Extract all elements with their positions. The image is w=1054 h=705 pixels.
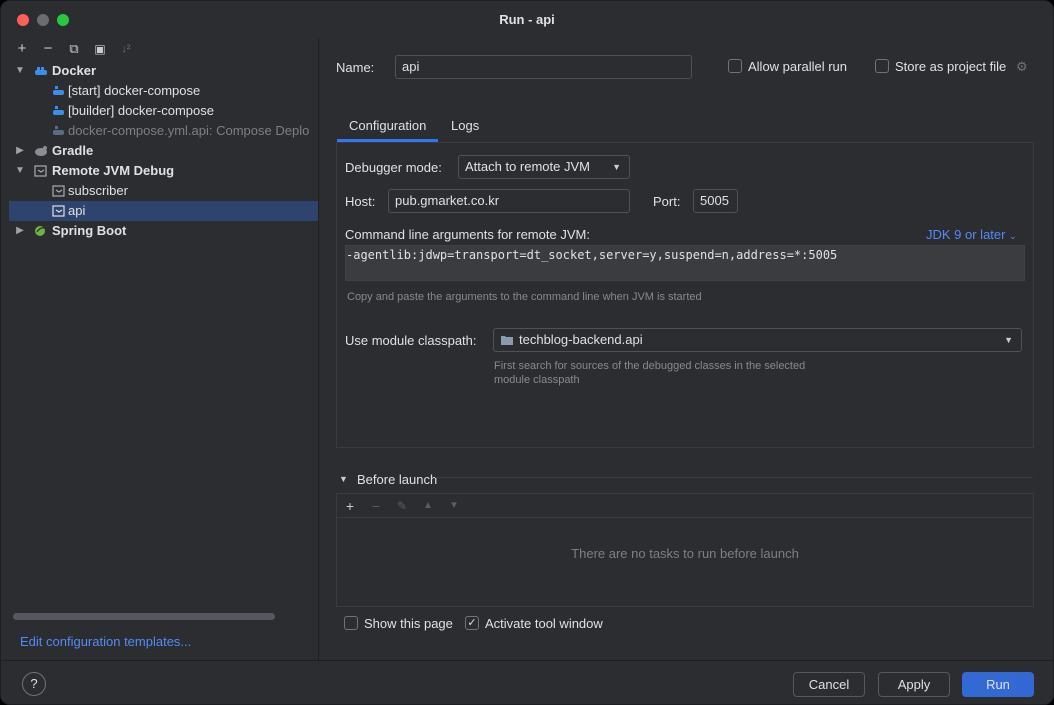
move-into-folder-button[interactable]: ▣ — [91, 40, 109, 58]
docker-compose-icon — [53, 86, 64, 95]
module-classpath-value: techblog-backend.api — [519, 332, 643, 347]
add-configuration-button[interactable]: + — [13, 40, 31, 58]
copy-configuration-button[interactable]: ⧉ — [65, 40, 83, 58]
name-label: Name: — [336, 60, 375, 75]
chevron-down-icon[interactable]: ▼ — [14, 61, 26, 81]
show-this-page-label: Show this page — [364, 616, 453, 631]
configuration-editor: Name: api Allow parallel run Store as pr… — [319, 38, 1053, 660]
remote-debug-icon — [52, 185, 65, 197]
store-as-project-file-checkbox[interactable] — [875, 59, 889, 73]
docker-icon — [35, 67, 47, 75]
tree-node-builder-compose[interactable]: [builder] docker-compose — [9, 101, 318, 121]
gear-icon[interactable]: ⚙ — [1016, 59, 1028, 75]
window-title: Run - api — [499, 12, 555, 27]
store-as-project-file-label: Store as project file — [895, 59, 1007, 74]
debugger-mode-value: Attach to remote JVM — [465, 159, 590, 174]
port-field[interactable]: 5005 — [693, 189, 738, 213]
chevron-down-icon[interactable]: ▼ — [14, 161, 26, 181]
before-launch-toolbar: + − ✎ ▲ ▼ — [337, 494, 1033, 518]
spring-boot-icon — [35, 226, 45, 236]
tree-node-label: api — [68, 203, 86, 218]
command-line-field[interactable]: -agentlib:jdwp=transport=dt_socket,serve… — [345, 245, 1025, 281]
tree-node-api[interactable]: api — [9, 201, 318, 221]
tree-node-remote-jvm-debug[interactable]: ▼ Remote JVM Debug — [9, 161, 318, 181]
tree-node-label: subscriber — [68, 183, 128, 198]
host-label: Host: — [345, 194, 376, 209]
tree-node-label: Spring Boot — [52, 223, 127, 238]
tab-configuration[interactable]: Configuration — [337, 116, 439, 142]
module-classpath-select[interactable]: techblog-backend.api ▼ — [493, 328, 1022, 352]
jdk-version-label: JDK 9 or later — [926, 227, 1006, 242]
activate-tool-window-label: Activate tool window — [485, 616, 603, 631]
section-divider — [435, 477, 1033, 478]
module-hint-line-2: module classpath — [494, 374, 580, 386]
host-field[interactable]: pub.gmarket.co.kr — [388, 189, 630, 213]
debugger-mode-label: Debugger mode: — [345, 160, 442, 175]
module-hint-line-1: First search for sources of the debugged… — [494, 360, 806, 372]
run-button[interactable]: Run — [962, 672, 1034, 697]
module-folder-icon — [501, 336, 513, 345]
before-launch-list: + − ✎ ▲ ▼ There are no tasks to run befo… — [336, 493, 1034, 607]
tab-logs[interactable]: Logs — [439, 116, 491, 142]
chevron-right-icon[interactable]: ▶ — [14, 221, 26, 241]
title-bar: Run - api — [1, 1, 1053, 38]
help-button[interactable]: ? — [22, 672, 46, 696]
move-up-icon[interactable]: ▲ — [419, 497, 437, 515]
allow-parallel-run-checkbox[interactable] — [728, 59, 742, 73]
tree-node-label: Docker — [52, 63, 97, 78]
tree-node-subscriber[interactable]: subscriber — [9, 181, 318, 201]
empty-tasks-message: There are no tasks to run before launch — [571, 546, 799, 561]
tree-node-label: Gradle — [52, 143, 94, 158]
tree-node-gradle[interactable]: ▶ Gradle — [9, 141, 318, 161]
tree-node-compose-yml[interactable]: docker-compose.yml.api: Compose Deplo — [9, 121, 318, 141]
tree-node-label: Remote JVM Debug — [52, 163, 175, 178]
apply-button[interactable]: Apply — [878, 672, 950, 697]
show-this-page-checkbox[interactable] — [344, 616, 358, 630]
configurations-sidebar: + − ⧉ ▣ ↓² ▼ Docker [start] docker-compo… — [9, 38, 319, 660]
edit-configuration-templates-link[interactable]: Edit configuration templates... — [20, 634, 191, 649]
chevron-down-icon: ▼ — [612, 162, 621, 172]
debugger-mode-select[interactable]: Attach to remote JVM ▼ — [458, 155, 630, 179]
module-classpath-label: Use module classpath: — [345, 333, 477, 348]
sort-configurations-button[interactable]: ↓² — [117, 40, 135, 58]
chevron-right-icon[interactable]: ▶ — [14, 141, 26, 161]
before-launch-title: Before launch — [357, 472, 438, 487]
remove-configuration-button[interactable]: − — [39, 40, 57, 58]
port-label: Port: — [653, 194, 681, 209]
chevron-down-icon: ⌄ — [1009, 231, 1017, 241]
run-configurations-dialog: Run - api + − ⧉ ▣ ↓² ▼ Docker [start] do… — [0, 0, 1054, 705]
chevron-down-icon: ▼ — [339, 474, 348, 484]
remote-debug-icon — [34, 165, 47, 177]
docker-compose-icon — [53, 106, 64, 115]
tree-node-spring-boot[interactable]: ▶ Spring Boot — [9, 221, 318, 241]
remove-task-button[interactable]: − — [367, 497, 385, 515]
sidebar-horizontal-scrollbar[interactable] — [13, 613, 275, 620]
docker-compose-icon — [53, 126, 64, 135]
activate-tool-window-checkbox[interactable]: ✓ — [465, 616, 479, 630]
command-line-hint: Copy and paste the arguments to the comm… — [347, 291, 702, 303]
cancel-button[interactable]: Cancel — [793, 672, 865, 697]
configuration-panel: Debugger mode: Attach to remote JVM ▼ Ho… — [336, 142, 1034, 448]
tree-node-label: docker-compose.yml.api: Compose Deplo — [68, 123, 310, 138]
tree-node-docker[interactable]: ▼ Docker — [9, 61, 318, 81]
sidebar-toolbar: + − ⧉ ▣ ↓² — [9, 38, 318, 60]
jdk-version-link[interactable]: JDK 9 or later ⌄ — [926, 227, 1017, 242]
dialog-footer: ? Cancel Apply Run — [1, 660, 1053, 704]
remote-debug-icon — [52, 205, 65, 217]
chevron-down-icon: ▼ — [1004, 335, 1013, 345]
gradle-icon — [35, 146, 47, 156]
add-task-button[interactable]: + — [341, 497, 359, 515]
command-line-label: Command line arguments for remote JVM: — [345, 227, 590, 242]
move-down-icon[interactable]: ▼ — [445, 497, 463, 515]
edit-pencil-icon[interactable]: ✎ — [393, 497, 411, 515]
allow-parallel-run-label: Allow parallel run — [748, 59, 847, 74]
tree-node-label: [builder] docker-compose — [68, 103, 214, 118]
name-field[interactable]: api — [395, 55, 692, 79]
tree-node-start-compose[interactable]: [start] docker-compose — [9, 81, 318, 101]
tree-node-label: [start] docker-compose — [68, 83, 201, 98]
